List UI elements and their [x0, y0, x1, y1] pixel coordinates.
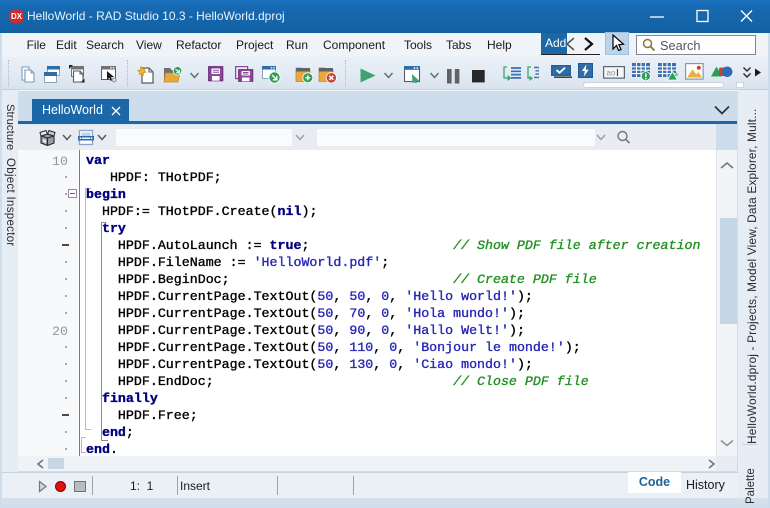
svg-text:I: I [616, 68, 619, 79]
svg-text:ao: ao [607, 68, 616, 77]
